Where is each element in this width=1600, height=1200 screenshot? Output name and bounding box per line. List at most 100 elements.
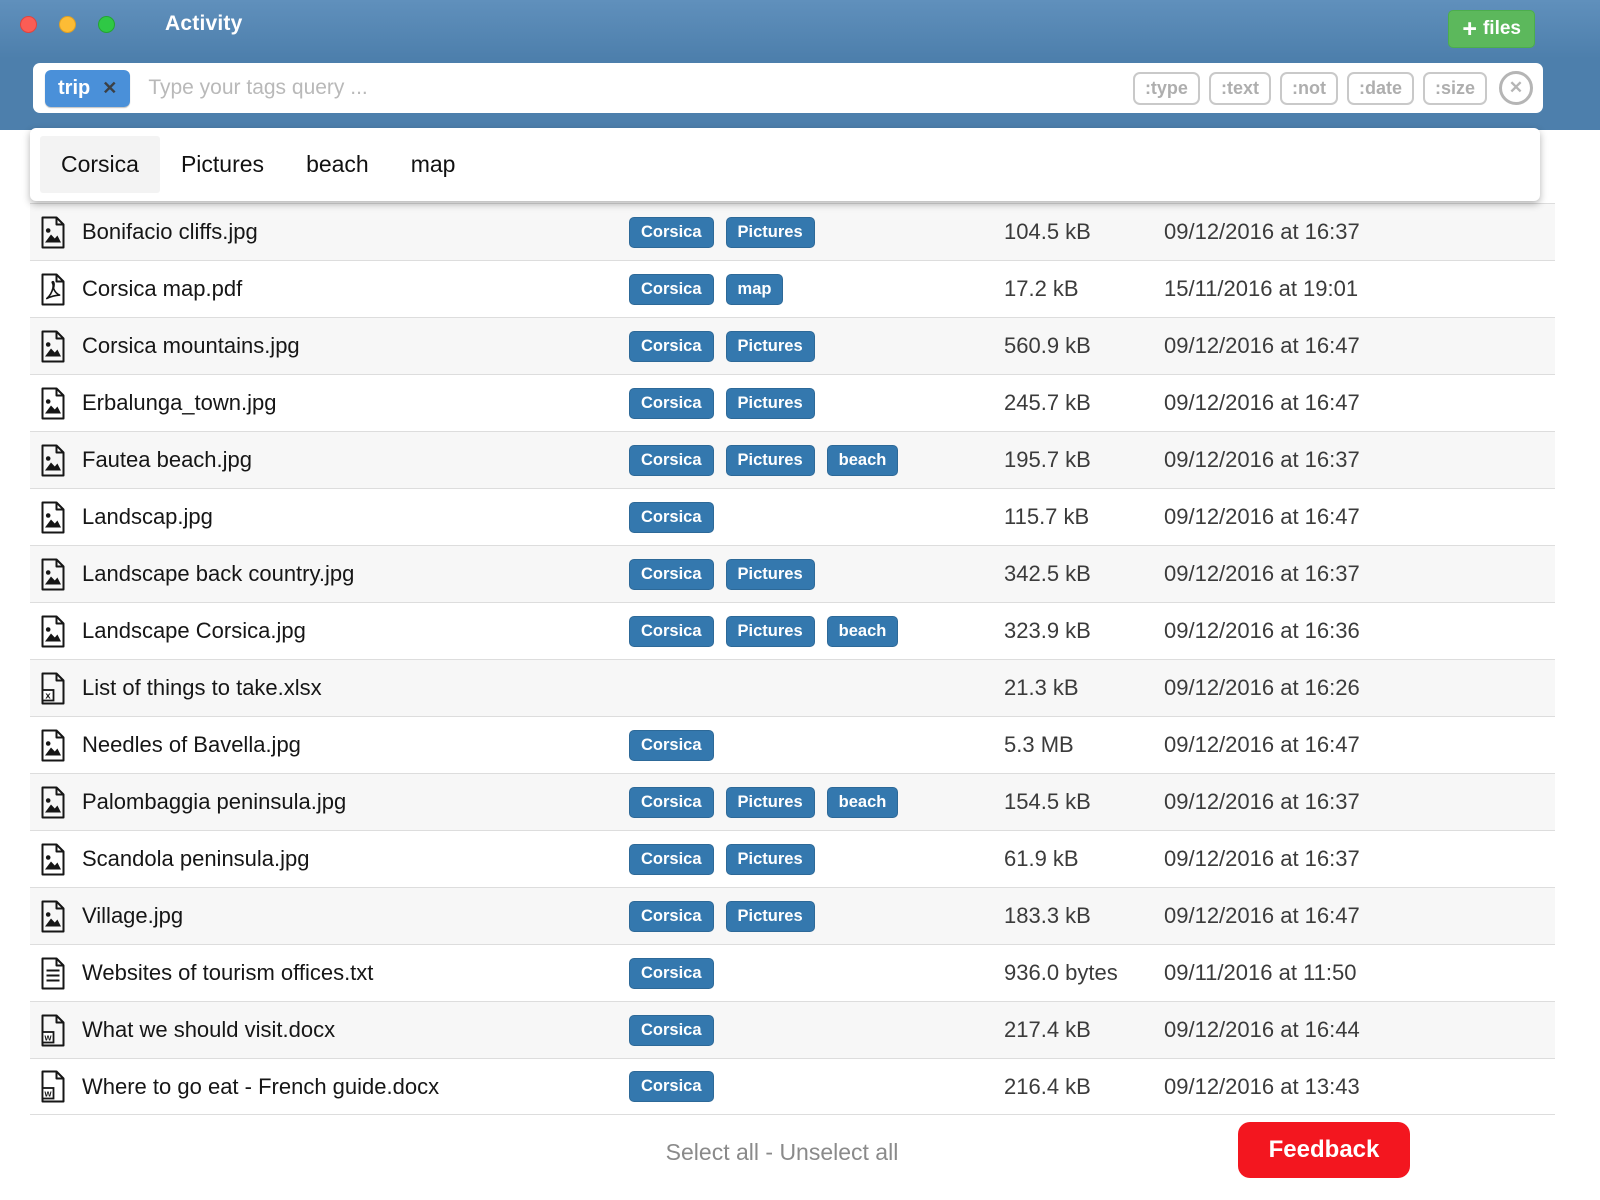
tag-chip[interactable]: Corsica <box>629 502 714 533</box>
tag-chip[interactable]: beach <box>827 616 899 647</box>
file-date: 09/12/2016 at 16:47 <box>1164 333 1555 359</box>
plus-icon: + <box>1462 17 1477 42</box>
tag-chip[interactable]: Corsica <box>629 217 714 248</box>
file-row[interactable]: wWhat we should visit.docxCorsica217.4 k… <box>30 1001 1555 1058</box>
add-files-button[interactable]: + files <box>1448 10 1535 48</box>
file-image-icon <box>40 501 66 534</box>
tag-chip[interactable]: Corsica <box>629 559 714 590</box>
file-size: 61.9 kB <box>1004 846 1164 872</box>
filter-type-button[interactable]: :type <box>1133 72 1200 105</box>
feedback-button[interactable]: Feedback <box>1238 1122 1410 1178</box>
filter-not-button[interactable]: :not <box>1280 72 1338 105</box>
suggestion-map[interactable]: map <box>390 136 477 193</box>
file-row[interactable]: Fautea beach.jpgCorsicaPicturesbeach195.… <box>30 431 1555 488</box>
file-row[interactable]: Needles of Bavella.jpgCorsica5.3 MB09/12… <box>30 716 1555 773</box>
clear-query-button[interactable]: ✕ <box>1499 71 1533 105</box>
file-row[interactable]: wWhere to go eat - French guide.docxCors… <box>30 1058 1555 1115</box>
file-date: 09/12/2016 at 16:47 <box>1164 903 1555 929</box>
file-name: Scandola peninsula.jpg <box>82 846 629 872</box>
tag-chip[interactable]: Pictures <box>726 388 815 419</box>
tag-chip[interactable]: Corsica <box>629 331 714 362</box>
file-name: List of things to take.xlsx <box>82 675 629 701</box>
file-name: Websites of tourism offices.txt <box>82 960 629 986</box>
minimize-button[interactable] <box>59 16 76 33</box>
file-row[interactable]: Bonifacio cliffs.jpgCorsicaPictures104.5… <box>30 203 1555 260</box>
tags-query-input[interactable] <box>148 76 1124 100</box>
file-row[interactable]: Corsica mountains.jpgCorsicaPictures560.… <box>30 317 1555 374</box>
filter-size-button[interactable]: :size <box>1423 72 1487 105</box>
file-row[interactable]: Erbalunga_town.jpgCorsicaPictures245.7 k… <box>30 374 1555 431</box>
file-row[interactable]: Palombaggia peninsula.jpgCorsicaPictures… <box>30 773 1555 830</box>
file-row[interactable]: Corsica map.pdfCorsicamap17.2 kB15/11/20… <box>30 260 1555 317</box>
tag-chip[interactable]: Corsica <box>629 844 714 875</box>
file-date: 09/11/2016 at 11:50 <box>1164 960 1555 986</box>
file-size: 17.2 kB <box>1004 276 1164 302</box>
tag-chip[interactable]: Corsica <box>629 274 714 305</box>
file-row[interactable]: Websites of tourism offices.txtCorsica 93… <box>30 944 1555 1001</box>
file-row[interactable]: Landscap.jpgCorsica115.7 kB09/12/2016 at… <box>30 488 1555 545</box>
tag-chip[interactable]: Corsica <box>629 958 714 989</box>
search-tag-label: trip <box>58 77 90 100</box>
file-tags: Corsica Pictures <box>629 388 1004 419</box>
file-name: Needles of Bavella.jpg <box>82 732 629 758</box>
tag-chip[interactable]: Pictures <box>726 331 815 362</box>
suggestion-corsica[interactable]: Corsica <box>40 136 160 193</box>
file-image-icon <box>40 330 66 363</box>
tag-chip[interactable]: Corsica <box>629 388 714 419</box>
file-tags: Corsica Pictures <box>629 559 1004 590</box>
tag-chip[interactable]: Pictures <box>726 217 815 248</box>
filter-date-button[interactable]: :date <box>1347 72 1414 105</box>
remove-tag-icon[interactable]: ✕ <box>102 78 117 99</box>
file-size: 154.5 kB <box>1004 789 1164 815</box>
file-date: 15/11/2016 at 19:01 <box>1164 276 1555 302</box>
suggestion-pictures[interactable]: Pictures <box>160 136 285 193</box>
tag-chip[interactable]: Pictures <box>726 901 815 932</box>
tag-chip[interactable]: Corsica <box>629 1015 714 1046</box>
suggestion-beach[interactable]: beach <box>285 136 390 193</box>
file-size: 342.5 kB <box>1004 561 1164 587</box>
file-date: 09/12/2016 at 16:37 <box>1164 846 1555 872</box>
tag-chip[interactable]: beach <box>827 787 899 818</box>
tag-chip[interactable]: Corsica <box>629 787 714 818</box>
file-tags: Corsica Pictures beach <box>629 616 1004 647</box>
file-row[interactable]: xList of things to take.xlsx21.3 kB09/12… <box>30 659 1555 716</box>
file-tags: Corsica Pictures <box>629 844 1004 875</box>
unselect-all-link[interactable]: Unselect all <box>779 1139 898 1165</box>
file-name: Village.jpg <box>82 903 629 929</box>
file-date: 09/12/2016 at 16:47 <box>1164 390 1555 416</box>
tag-chip[interactable]: beach <box>827 445 899 476</box>
zoom-button[interactable] <box>98 16 115 33</box>
file-date: 09/12/2016 at 16:37 <box>1164 447 1555 473</box>
tag-chip[interactable]: Corsica <box>629 445 714 476</box>
add-files-label: files <box>1483 18 1521 40</box>
tag-chip[interactable]: Pictures <box>726 559 815 590</box>
file-name: Where to go eat - French guide.docx <box>82 1074 629 1100</box>
close-button[interactable] <box>20 16 37 33</box>
file-size: 216.4 kB <box>1004 1074 1164 1100</box>
tags-query-bar: trip ✕ :type :text :not :date :size ✕ <box>33 63 1543 113</box>
traffic-lights <box>20 16 137 33</box>
tag-chip[interactable]: Pictures <box>726 787 815 818</box>
tag-chip[interactable]: Corsica <box>629 901 714 932</box>
tag-chip[interactable]: Pictures <box>726 445 815 476</box>
tag-chip[interactable]: map <box>726 274 784 305</box>
file-date: 09/12/2016 at 16:47 <box>1164 504 1555 530</box>
file-row[interactable]: Landscape back country.jpgCorsica Picture… <box>30 545 1555 602</box>
file-row[interactable]: Scandola peninsula.jpgCorsica Pictures 61.… <box>30 830 1555 887</box>
file-row[interactable]: Village.jpgCorsicaPictures183.3 kB09/12/… <box>30 887 1555 944</box>
tag-chip[interactable]: Pictures <box>726 616 815 647</box>
filter-text-button[interactable]: :text <box>1209 72 1271 105</box>
select-all-link[interactable]: Select all <box>666 1139 759 1165</box>
tag-chip[interactable]: Corsica <box>629 730 714 761</box>
tag-chip[interactable]: Pictures <box>726 844 815 875</box>
file-image-icon <box>40 900 66 933</box>
file-tags: Corsica Pictures beach <box>629 787 1004 818</box>
file-size: 936.0 bytes <box>1004 960 1164 986</box>
tag-chip[interactable]: Corsica <box>629 1071 714 1102</box>
tag-chip[interactable]: Corsica <box>629 616 714 647</box>
file-date: 09/12/2016 at 16:36 <box>1164 618 1555 644</box>
file-size: 195.7 kB <box>1004 447 1164 473</box>
file-row[interactable]: Landscape Corsica.jpgCorsicaPicturesbeac… <box>30 602 1555 659</box>
file-name: Landscape back country.jpg <box>82 561 629 587</box>
search-tag-chip[interactable]: trip ✕ <box>45 70 130 107</box>
